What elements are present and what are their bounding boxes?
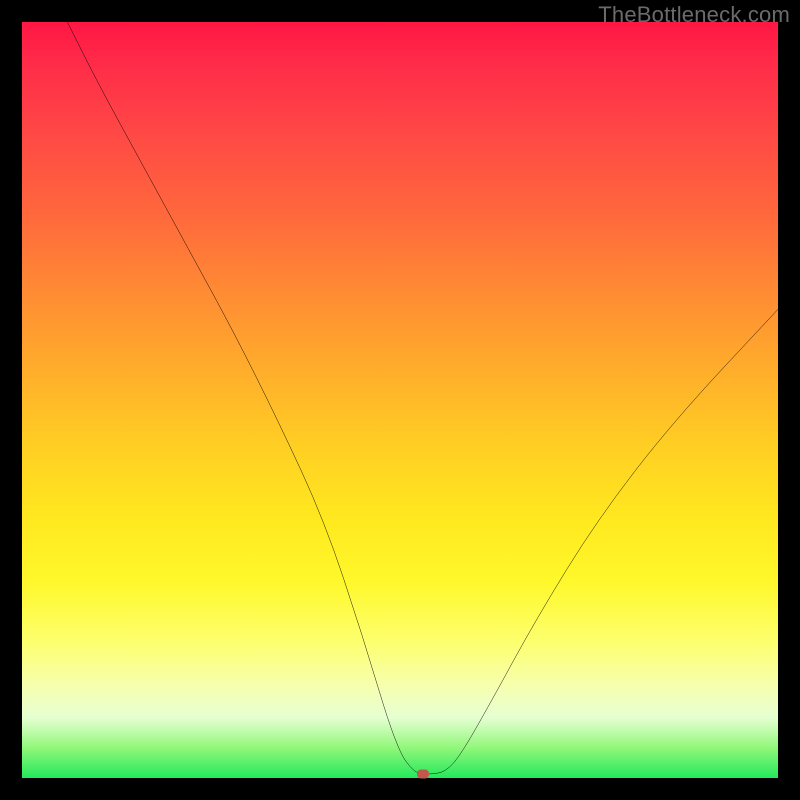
- curve-path: [67, 22, 778, 774]
- bottleneck-curve: [22, 22, 778, 778]
- plot-area: [22, 22, 778, 778]
- chart-frame: TheBottleneck.com: [0, 0, 800, 800]
- minimum-marker: [417, 770, 429, 779]
- watermark: TheBottleneck.com: [598, 2, 790, 28]
